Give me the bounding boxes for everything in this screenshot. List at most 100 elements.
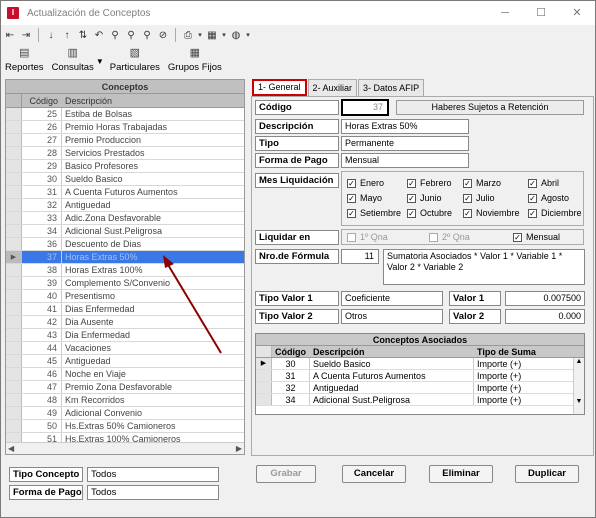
tab-auxiliar[interactable]: 2- Auxiliar xyxy=(307,79,358,96)
table-row[interactable]: 32 Antiguedad Importe (+) xyxy=(256,382,584,394)
chevron-down-icon[interactable]: ▾ xyxy=(221,28,227,42)
tab-datos-afip[interactable]: 3- Datos AFIP xyxy=(358,79,425,96)
last-record-icon[interactable]: ⇥ xyxy=(19,28,33,42)
month-checkbox[interactable]: ✓ Julio xyxy=(463,193,495,203)
tipo-field[interactable]: Permanente xyxy=(341,136,469,151)
list-item[interactable]: 29 Basico Profesores xyxy=(6,160,244,173)
search-icon[interactable]: ⚲ xyxy=(108,28,122,42)
list-item[interactable]: 28 Servicios Prestados xyxy=(6,147,244,160)
mensual-checkbox[interactable]: ✓ Mensual xyxy=(513,232,560,242)
forma-pago-filter-label: Forma de Pago xyxy=(9,485,83,500)
primera-qna-checkbox[interactable]: 1º Qna xyxy=(347,232,388,242)
row-code: 47 xyxy=(22,381,62,393)
find-prev-icon[interactable]: ⚲ xyxy=(140,28,154,42)
maximize-icon[interactable]: ☐ xyxy=(533,5,549,21)
consultas-dropdown-icon[interactable]: ▼ xyxy=(96,57,104,66)
table-row[interactable]: 31 A Cuenta Futuros Aumentos Importe (+) xyxy=(256,370,584,382)
month-checkbox[interactable]: ✓ Octubre xyxy=(407,208,452,218)
asociados-col-tipo[interactable]: Tipo de Suma xyxy=(474,346,584,357)
row-indicator xyxy=(6,290,22,302)
codigo-field[interactable]: 37 xyxy=(341,99,389,116)
month-checkbox[interactable]: ✓ Noviembre xyxy=(463,208,520,218)
valor2-field[interactable]: 0.000 xyxy=(505,309,585,324)
particulares-button[interactable]: ▧ Particulares xyxy=(110,47,160,73)
first-record-icon[interactable]: ⇤ xyxy=(3,28,17,42)
col-header-desc[interactable]: Descripción xyxy=(62,94,244,107)
duplicar-button[interactable]: Duplicar xyxy=(515,465,579,483)
asociados-scrollbar[interactable]: ▲ ▼ xyxy=(573,358,584,414)
list-item[interactable]: 48 Km Recorridos xyxy=(6,394,244,407)
forma-pago-field[interactable]: Mensual xyxy=(341,153,469,168)
row-indicator xyxy=(6,160,22,172)
month-checkbox[interactable]: ✓ Setiembre xyxy=(347,208,401,218)
reportes-button[interactable]: ▤ Reportes xyxy=(5,47,44,73)
valor1-field[interactable]: 0.007500 xyxy=(505,291,585,306)
row-indicator xyxy=(6,121,22,133)
chevron-down-icon[interactable]: ▾ xyxy=(245,28,251,42)
asociados-col-desc[interactable]: Descripción xyxy=(310,346,474,357)
col-header-code[interactable]: Código xyxy=(22,94,62,107)
grupos-fijos-button[interactable]: ▦ Grupos Fijos xyxy=(168,47,222,73)
scroll-left-icon[interactable]: ◀ xyxy=(8,444,14,453)
eliminar-button[interactable]: Eliminar xyxy=(429,465,493,483)
descripcion-field[interactable]: Horas Extras 50% xyxy=(341,119,469,134)
asociados-col-code[interactable]: Código xyxy=(272,346,310,357)
nro-formula-label: Nro.de Fórmula xyxy=(255,249,339,264)
cancelar-button[interactable]: Cancelar xyxy=(342,465,406,483)
list-item[interactable]: 27 Premio Produccion xyxy=(6,134,244,147)
minimize-icon[interactable]: ─ xyxy=(497,5,513,21)
month-checkbox[interactable]: ✓ Marzo xyxy=(463,178,501,188)
haberes-sujetos-button[interactable]: Haberes Sujetos a Retención xyxy=(396,100,584,115)
sort-asc-icon[interactable]: ↓ xyxy=(44,28,58,42)
row-desc: Km Recorridos xyxy=(65,395,125,405)
forma-pago-filter-field[interactable]: Todos xyxy=(87,485,219,500)
list-item[interactable]: 50 Hs.Extras 50% Camioneros xyxy=(6,420,244,433)
undo-icon[interactable]: ↶ xyxy=(92,28,106,42)
list-item[interactable]: 47 Premio Zona Desfavorable xyxy=(6,381,244,394)
row-indicator xyxy=(6,212,22,224)
month-checkbox[interactable]: ✓ Enero xyxy=(347,178,384,188)
list-item[interactable]: 26 Premio Horas Trabajadas xyxy=(6,121,244,134)
print-icon[interactable]: ⎙ xyxy=(181,28,195,42)
horizontal-scrollbar[interactable]: ◀ ▶ xyxy=(6,442,244,454)
scroll-right-icon[interactable]: ▶ xyxy=(236,444,242,453)
month-checkbox[interactable]: ✓ Junio xyxy=(407,193,442,203)
tipo-concepto-field[interactable]: Todos xyxy=(87,467,219,482)
month-checkbox[interactable]: ✓ Diciembre xyxy=(528,208,582,218)
month-checkbox[interactable]: ✓ Mayo xyxy=(347,193,382,203)
scroll-up-icon[interactable]: ▲ xyxy=(574,358,584,365)
row-code: 33 xyxy=(22,212,62,224)
tab-general[interactable]: 1- General xyxy=(252,79,307,96)
row-desc: Basico Profesores xyxy=(65,161,139,171)
month-checkbox[interactable]: ✓ Febrero xyxy=(407,178,452,188)
month-checkbox[interactable]: ✓ Abril xyxy=(528,178,559,188)
list-item[interactable]: 30 Sueldo Basico xyxy=(6,173,244,186)
list-item[interactable]: 32 Antiguedad xyxy=(6,199,244,212)
table-row[interactable]: ▶ 30 Sueldo Basico Importe (+) xyxy=(256,358,584,370)
scroll-down-icon[interactable]: ▼ xyxy=(574,398,584,405)
export-icon[interactable]: ▦ xyxy=(205,28,219,42)
segunda-qna-checkbox[interactable]: 2º Qna xyxy=(429,232,470,242)
tipo-valor1-field[interactable]: Coeficiente xyxy=(341,291,443,306)
table-row[interactable]: 34 Adicional Sust.Peligrosa Importe (+) xyxy=(256,394,584,406)
month-checkbox[interactable]: ✓ Agosto xyxy=(528,193,569,203)
sort-desc-icon[interactable]: ↑ xyxy=(60,28,74,42)
list-item[interactable]: 49 Adicional Convenio xyxy=(6,407,244,420)
list-item[interactable]: 25 Estiba de Bolsas xyxy=(6,108,244,121)
list-item[interactable]: 31 A Cuenta Futuros Aumentos xyxy=(6,186,244,199)
list-item[interactable]: 33 Adic.Zona Desfavorable xyxy=(6,212,244,225)
close-icon[interactable]: ✕ xyxy=(569,5,585,21)
tipo-valor2-field[interactable]: Otros xyxy=(341,309,443,324)
sort-icon[interactable]: ⇅ xyxy=(76,28,90,42)
nro-formula-field[interactable]: 11 xyxy=(341,249,379,264)
find-next-icon[interactable]: ⚲ xyxy=(124,28,138,42)
row-indicator xyxy=(6,225,22,237)
grabar-button[interactable]: Grabar xyxy=(256,465,316,483)
clear-search-icon[interactable]: ⊘ xyxy=(156,28,170,42)
valor1-label: Valor 1 xyxy=(449,291,501,306)
list-item[interactable]: 34 Adicional Sust.Peligrosa xyxy=(6,225,244,238)
chevron-down-icon[interactable]: ▾ xyxy=(197,28,203,42)
list-item[interactable]: 46 Noche en Viaje xyxy=(6,368,244,381)
web-icon[interactable]: ◍ xyxy=(229,28,243,42)
consultas-button[interactable]: ▥ Consultas xyxy=(52,47,94,73)
